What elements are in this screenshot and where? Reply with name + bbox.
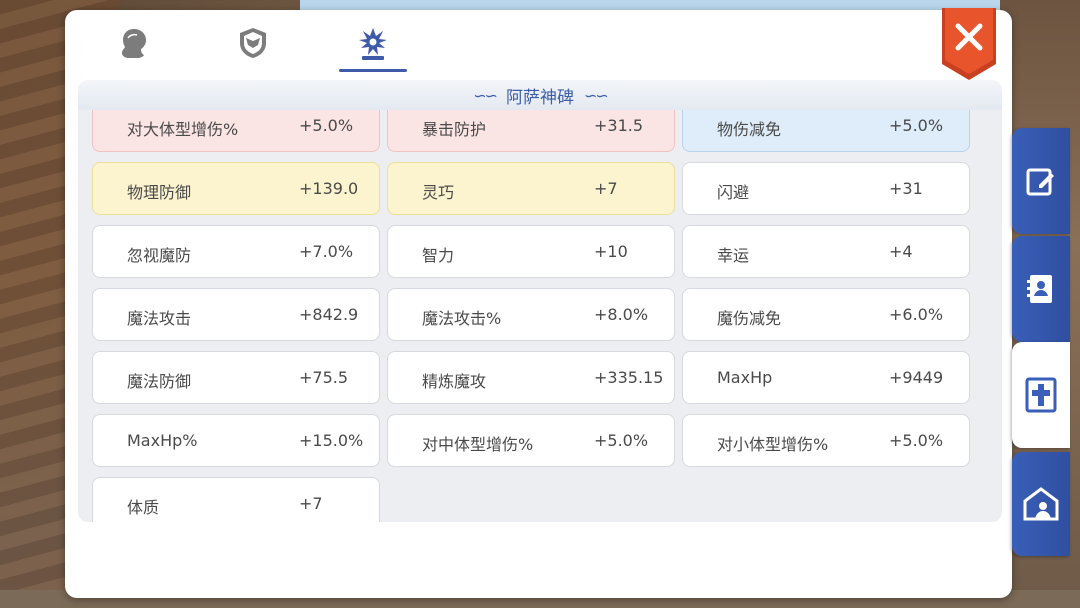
stat-value: +5.0%: [594, 431, 649, 450]
stat-value: +15.0%: [299, 431, 364, 450]
stat-value: +7: [299, 494, 323, 513]
guild-house-icon: [1023, 487, 1059, 521]
stat-label: 对中体型增伤%: [422, 435, 534, 454]
stat-label: 闪避: [717, 183, 750, 202]
stat-cell: 体质 +7: [92, 477, 380, 522]
stat-label: 物理防御: [127, 183, 192, 202]
ornament-left-icon: ∽∽: [473, 85, 498, 105]
stat-cell: 忽视魔防 +7.0%: [92, 225, 380, 278]
stat-cell: 魔法防御 +75.5: [92, 351, 380, 404]
stat-label: 魔伤减免: [717, 309, 782, 328]
stat-value: +335.15: [594, 368, 664, 387]
stat-label: 物伤减免: [717, 120, 782, 139]
stat-cell: 暴击防护 +31.5: [387, 110, 675, 152]
stats-list[interactable]: 对大体型增伤% +5.0% 暴击防护 +31.5 物伤减免 +5.0% 物理防御 +13…: [78, 110, 1002, 522]
side-tab-edit[interactable]: [1012, 128, 1070, 234]
tab-guild-emblem[interactable]: [219, 20, 287, 72]
monument-cross-icon: [1025, 377, 1057, 413]
monument-icon: [359, 28, 387, 60]
stat-label: 对大体型增伤%: [127, 120, 239, 139]
stat-value: +842.9: [299, 305, 359, 324]
tab-character[interactable]: [100, 20, 168, 72]
stat-label: 幸运: [717, 246, 750, 265]
stat-label: 精炼魔攻: [422, 372, 487, 391]
section-header: ∽∽ 阿萨神碑 ∽∽: [78, 80, 1002, 110]
close-icon: [942, 8, 996, 80]
stat-cell: 对大体型增伤% +5.0%: [92, 110, 380, 152]
stat-label: 魔法防御: [127, 372, 192, 391]
stat-value: +75.5: [299, 368, 349, 387]
stat-label: 暴击防护: [422, 120, 487, 139]
character-silhouette-icon: [122, 29, 146, 58]
side-tab-monument[interactable]: [1012, 342, 1070, 448]
stat-cell: 魔伤减免 +6.0%: [682, 288, 970, 341]
stat-value: +4: [889, 242, 913, 261]
stat-value: +7: [594, 179, 618, 198]
stat-label: 智力: [422, 246, 455, 265]
stat-label: 魔法攻击%: [422, 309, 502, 328]
stat-cell: 精炼魔攻 +335.15: [387, 351, 675, 404]
tab-asa-monument[interactable]: [339, 20, 407, 72]
stat-value: +31.5: [594, 116, 644, 135]
stat-label: 体质: [127, 498, 160, 517]
side-tab-guild[interactable]: [1012, 452, 1070, 556]
stat-value: +5.0%: [889, 431, 944, 450]
stat-cell: 对中体型增伤% +5.0%: [387, 414, 675, 467]
stat-cell: 幸运 +4: [682, 225, 970, 278]
stat-cell: 魔法攻击 +842.9: [92, 288, 380, 341]
stat-cell: 物理防御 +139.0: [92, 162, 380, 215]
stat-value: +10: [594, 242, 628, 261]
stat-label: 灵巧: [422, 183, 455, 202]
close-button[interactable]: [940, 8, 998, 80]
stat-cell: MaxHp% +15.0%: [92, 414, 380, 467]
top-tab-bar: [65, 10, 565, 74]
stat-value: +6.0%: [889, 305, 944, 324]
stat-cell: 魔法攻击% +8.0%: [387, 288, 675, 341]
stat-cell: 物伤减免 +5.0%: [682, 110, 970, 152]
stat-label: MaxHp%: [127, 431, 198, 450]
stat-value: +5.0%: [889, 116, 944, 135]
stat-label: MaxHp: [717, 368, 773, 387]
stat-label: 忽视魔防: [127, 246, 192, 265]
shield-emblem-icon: [240, 28, 266, 58]
stat-cell: 闪避 +31: [682, 162, 970, 215]
stat-value: +31: [889, 179, 923, 198]
stat-cell: MaxHp +9449: [682, 351, 970, 404]
stat-label: 对小体型增伤%: [717, 435, 829, 454]
stat-value: +7.0%: [299, 242, 354, 261]
section-title: 阿萨神碑: [506, 87, 574, 108]
stat-value: +5.0%: [299, 116, 354, 135]
contact-book-icon: [1027, 275, 1052, 303]
stat-value: +8.0%: [594, 305, 649, 324]
stat-value: +9449: [889, 368, 944, 387]
stat-cell: 智力 +10: [387, 225, 675, 278]
edit-note-icon: [1026, 168, 1054, 196]
stat-cell: 灵巧 +7: [387, 162, 675, 215]
stat-value: +139.0: [299, 179, 359, 198]
side-tab-contacts[interactable]: [1012, 236, 1070, 342]
ornament-right-icon: ∽∽: [584, 85, 609, 105]
stats-grid: 对大体型增伤% +5.0% 暴击防护 +31.5 物伤减免 +5.0% 物理防御 +13…: [92, 110, 970, 522]
stat-cell: 对小体型增伤% +5.0%: [682, 414, 970, 467]
stat-label: 魔法攻击: [127, 309, 192, 328]
